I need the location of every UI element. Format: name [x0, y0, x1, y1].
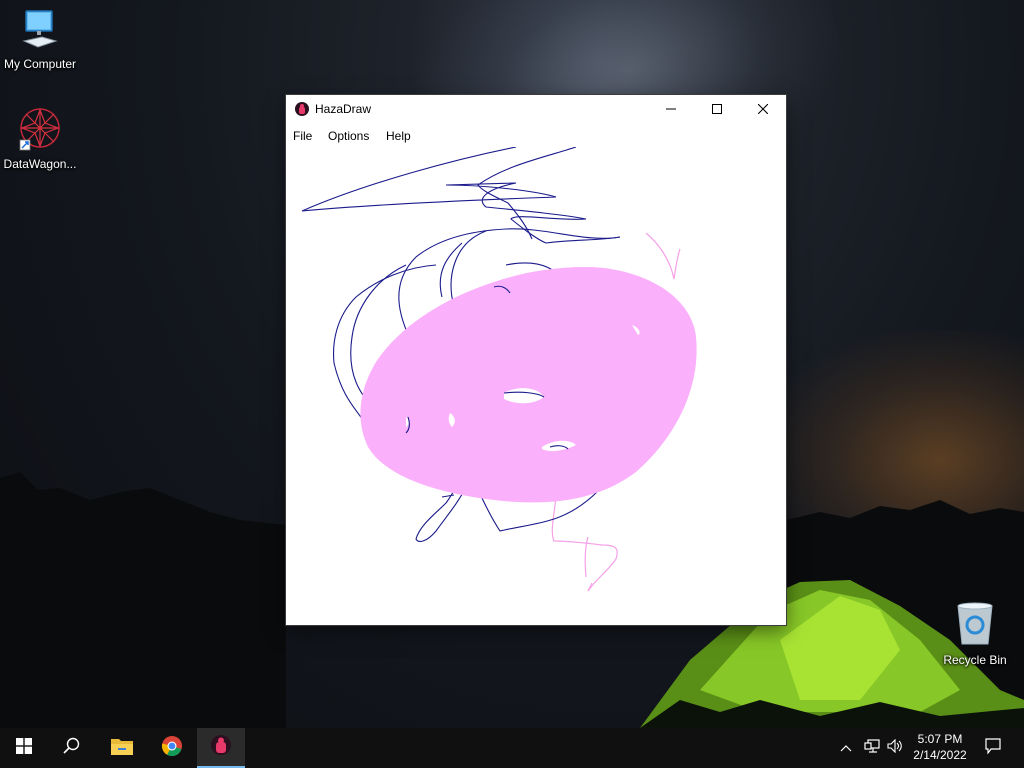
taskbar: 5:07 PM 2/14/2022	[0, 728, 1024, 768]
file-explorer-icon	[110, 736, 134, 761]
close-button[interactable]	[740, 95, 786, 124]
menu-options[interactable]: Options	[328, 129, 369, 143]
desktop-icon-label: Recycle Bin	[943, 653, 1007, 667]
close-icon	[757, 101, 769, 119]
network-icon	[864, 738, 880, 758]
menu-bar: File Options Help	[286, 124, 786, 146]
menu-file[interactable]: File	[293, 129, 312, 143]
maximize-icon	[712, 101, 722, 119]
window-title: HazaDraw	[315, 102, 372, 116]
search-icon	[63, 737, 81, 760]
start-icon	[16, 737, 32, 759]
notification-icon	[985, 737, 1001, 759]
maximize-button[interactable]	[694, 95, 740, 124]
desktop-icon-label: My Computer	[3, 57, 77, 71]
start-button[interactable]	[0, 728, 48, 768]
volume-button[interactable]	[884, 728, 906, 768]
volume-icon	[887, 738, 903, 758]
desktop-icon-recycle-bin[interactable]: Recycle Bin	[935, 600, 1015, 667]
drawing-canvas[interactable]	[286, 147, 786, 625]
desktop-icon-my-computer[interactable]: My Computer	[0, 8, 80, 71]
chevron-up-icon	[840, 739, 852, 757]
hazadraw-window: HazaDraw File Options Help	[286, 95, 786, 625]
taskbar-clock[interactable]: 5:07 PM 2/14/2022	[906, 731, 974, 763]
datawagon-icon	[0, 106, 80, 155]
file-explorer-button[interactable]	[98, 728, 146, 768]
chrome-button[interactable]	[148, 728, 196, 768]
clock-time: 5:07 PM	[917, 732, 963, 746]
pink-blob	[360, 267, 697, 503]
window-titlebar[interactable]: HazaDraw	[286, 95, 786, 124]
hazadraw-icon	[210, 734, 232, 761]
minimize-button[interactable]	[648, 95, 694, 124]
computer-icon	[0, 8, 80, 55]
show-hidden-icons-button[interactable]	[836, 728, 856, 768]
action-center-button[interactable]	[978, 728, 1008, 768]
hazadraw-taskbar-button[interactable]	[197, 728, 245, 768]
desktop-icon-datawagon[interactable]: DataWagon...	[0, 106, 80, 171]
recycle-bin-icon	[935, 600, 1015, 651]
network-button[interactable]	[860, 728, 884, 768]
hazadraw-icon	[295, 102, 309, 121]
desktop-icon-label: DataWagon...	[3, 157, 77, 171]
menu-help[interactable]: Help	[386, 129, 411, 143]
chrome-icon	[161, 735, 183, 762]
search-button[interactable]	[48, 728, 96, 768]
clock-date: 2/14/2022	[913, 748, 967, 762]
minimize-icon	[666, 101, 676, 119]
